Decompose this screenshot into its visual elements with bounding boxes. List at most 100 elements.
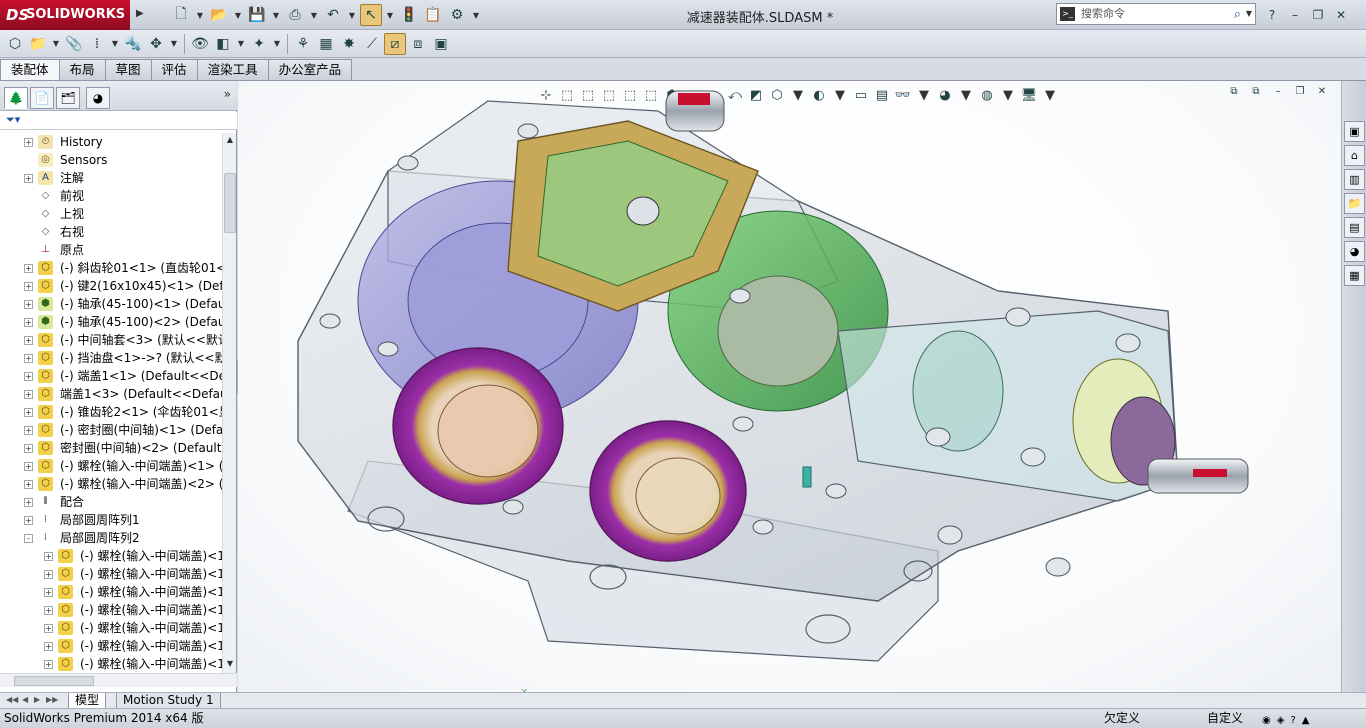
tab-nav-prev-icon[interactable]: ◀ (22, 695, 28, 704)
tree-item[interactable]: + ⬡ (-) 螺栓(输入-中间端盖)<1 (0, 547, 222, 565)
tree-item[interactable]: + ⬡ (-) 中间轴套<3> (默认<<默认 (0, 331, 222, 349)
file-explorer-folder-icon[interactable]: 📁 (1344, 193, 1365, 214)
exploded-view-icon[interactable]: ✸ (338, 33, 360, 55)
instant3d-icon[interactable]: ▣ (430, 33, 452, 55)
new-motion-study-icon[interactable]: ⚘ (292, 33, 314, 55)
tree-item[interactable]: + ⬡ (-) 螺栓(输入-中间端盖)<1 (0, 619, 222, 637)
search-commands-input[interactable]: >_ 搜索命令 ⌕ ▼ (1056, 3, 1256, 25)
tree-item[interactable]: + ⦀ 配合 (0, 493, 222, 511)
rebuild-traffic-light-icon[interactable]: 🚦 (398, 4, 420, 26)
tab-assembly[interactable]: 装配体 (0, 59, 60, 80)
tree-item[interactable]: ◇ 右视 (0, 223, 222, 241)
expand-plus-icon[interactable]: + (44, 642, 53, 651)
panel-expand-chevron-icon[interactable]: » (224, 87, 231, 101)
expand-plus-icon[interactable]: + (44, 660, 53, 669)
expand-plus-icon[interactable]: + (24, 390, 33, 399)
tree-vertical-scrollbar[interactable]: ▲ ▼ (222, 133, 236, 673)
tree-item[interactable]: + ⏲ History (0, 133, 222, 151)
expand-plus-icon[interactable]: + (24, 336, 33, 345)
units-status[interactable]: 自定义 (1207, 709, 1243, 728)
smart-fasteners-icon[interactable]: 🔩 (122, 33, 144, 55)
explode-line-sketch-icon[interactable]: ⟋ (361, 33, 383, 55)
tree-item[interactable]: + ⬡ 端盖1<3> (Default<<Defaul (0, 385, 222, 403)
scroll-up-icon[interactable]: ▲ (224, 135, 236, 147)
select-dropdown-icon[interactable]: ▼ (384, 4, 396, 26)
tree-horizontal-scrollbar[interactable] (0, 673, 237, 687)
print-dropdown-icon[interactable]: ▼ (308, 4, 320, 26)
move-component-icon[interactable]: ✥ (145, 33, 167, 55)
new-document-icon[interactable]: 🗋 (170, 4, 192, 26)
tab-sketch[interactable]: 草图 (104, 59, 152, 80)
tree-item[interactable]: ⊥ 原点 (0, 241, 222, 259)
tree-item[interactable]: + ⬡ (-) 密封圈(中间轴)<1> (Defau (0, 421, 222, 439)
tree-item[interactable]: + ⬡ (-) 键2(16x10x45)<1> (Defa (0, 277, 222, 295)
restore-icon[interactable]: ❐ (1308, 4, 1328, 26)
save-icon[interactable]: 💾 (246, 4, 268, 26)
expand-plus-icon[interactable]: + (24, 498, 33, 507)
status-expand-icon[interactable]: ▲ (1302, 711, 1310, 728)
design-library-icon[interactable]: ▥ (1344, 169, 1365, 190)
solidworks-logo[interactable]: DS SOLIDWORKS (0, 0, 130, 30)
assembly-features-icon[interactable]: ◧ (212, 33, 234, 55)
view-palette-icon[interactable]: ▤ (1344, 217, 1365, 238)
tree-item[interactable]: + ⬡ (-) 螺栓(输入-中间端盖)<2> ( (0, 475, 222, 493)
tree-item[interactable]: + ⬡ (-) 螺栓(输入-中间端盖)<1> ( (0, 457, 222, 475)
pattern-dropdown-icon[interactable]: ▼ (109, 33, 121, 55)
mate-paperclip-icon[interactable]: 📎 (63, 33, 85, 55)
tree-item[interactable]: + ⬢ (-) 轴承(45-100)<1> (Defaul (0, 295, 222, 313)
tab-nav-next-icon[interactable]: ▶ (34, 695, 40, 704)
tab-office-products[interactable]: 办公室产品 (267, 59, 353, 80)
custom-properties-icon[interactable]: ▦ (1344, 265, 1365, 286)
expand-plus-icon[interactable]: + (44, 606, 53, 615)
tab-render-tools[interactable]: 渲染工具 (196, 59, 269, 80)
menu-arrow-icon[interactable]: ▶ (136, 8, 148, 20)
linear-pattern-icon[interactable]: ⁞ (86, 33, 108, 55)
move-dropdown-icon[interactable]: ▼ (168, 33, 180, 55)
appearances-scenes-icon[interactable]: ◕ (1344, 241, 1365, 262)
expand-plus-icon[interactable]: + (24, 300, 33, 309)
expand-plus-icon[interactable]: + (24, 264, 33, 273)
tree-item[interactable]: + ⬢ (-) 轴承(45-100)<2> (Defaul (0, 313, 222, 331)
tree-item[interactable]: + ⬡ 密封圈(中间轴)<2> (Default< (0, 439, 222, 457)
expand-plus-icon[interactable]: + (24, 480, 33, 489)
help-icon[interactable]: ? (1262, 4, 1282, 26)
tree-item[interactable]: + ⬡ (-) 螺栓(输入-中间端盖)<1 (0, 655, 222, 673)
expand-plus-icon[interactable]: + (44, 570, 53, 579)
interference-detection-icon[interactable]: ⧄ (384, 32, 406, 55)
filter-funnel-icon[interactable]: ⏷▾ (6, 113, 20, 127)
graphics-area[interactable]: ⊹ ⬚ ⬚ ⬚ ⬚ ⬚ ⬢ ⌕ ⌕ ⤺ ◩ ⬡ ▼ ◐ ▼ ▭ ▤ 👓 ▼ ◕ … (238, 81, 1341, 728)
file-properties-icon[interactable]: 📋 (422, 4, 444, 26)
search-dropdown-icon[interactable]: ▼ (1246, 4, 1252, 24)
expand-plus-icon[interactable]: + (24, 516, 33, 525)
tree-item[interactable]: + ⬡ (-) 螺栓(输入-中间端盖)<1 (0, 583, 222, 601)
undo-icon[interactable]: ↶ (322, 4, 344, 26)
tab-model[interactable]: 模型 (68, 693, 107, 709)
options-dropdown-icon[interactable]: ▼ (470, 4, 482, 26)
features-dropdown-icon[interactable]: ▼ (235, 33, 247, 55)
scroll-down-icon[interactable]: ▼ (224, 659, 236, 671)
expand-plus-icon[interactable]: + (44, 588, 53, 597)
expand-plus-icon[interactable]: + (24, 408, 33, 417)
tab-nav-first-icon[interactable]: ◀◀ (6, 695, 18, 704)
show-hidden-components-icon[interactable]: 👁 (189, 33, 211, 55)
tree-filter-bar[interactable]: ⏷▾ (0, 112, 237, 130)
tree-item[interactable]: + ⁞ 局部圆周阵列1 (0, 511, 222, 529)
configuration-manager-tab-icon[interactable]: 🗂 (56, 87, 80, 109)
property-manager-tab-icon[interactable]: 📄 (30, 87, 54, 109)
expand-plus-icon[interactable]: + (24, 318, 33, 327)
quick-tips-icon[interactable]: ◈ (1277, 711, 1285, 728)
tree-item[interactable]: ◎ Sensors (0, 151, 222, 169)
tree-item[interactable]: - ⁞ 局部圆周阵列2 (0, 529, 222, 547)
expand-plus-icon[interactable]: + (24, 444, 33, 453)
expand-plus-icon[interactable]: + (24, 426, 33, 435)
tree-item[interactable]: + ⬡ (-) 端盖1<1> (Default<<Def (0, 367, 222, 385)
expand-plus-icon[interactable]: + (24, 174, 33, 183)
tree-item[interactable]: + A 注解 (0, 169, 222, 187)
tree-item[interactable]: + ⬡ (-) 螺栓(输入-中间端盖)<1 (0, 565, 222, 583)
collapse-minus-icon[interactable]: - (24, 534, 33, 543)
expand-plus-icon[interactable]: + (24, 138, 33, 147)
hscroll-thumb[interactable] (14, 676, 94, 686)
undo-dropdown-icon[interactable]: ▼ (346, 4, 358, 26)
expand-plus-icon[interactable]: + (24, 462, 33, 471)
new-part-icon[interactable]: 📁 (27, 33, 49, 55)
